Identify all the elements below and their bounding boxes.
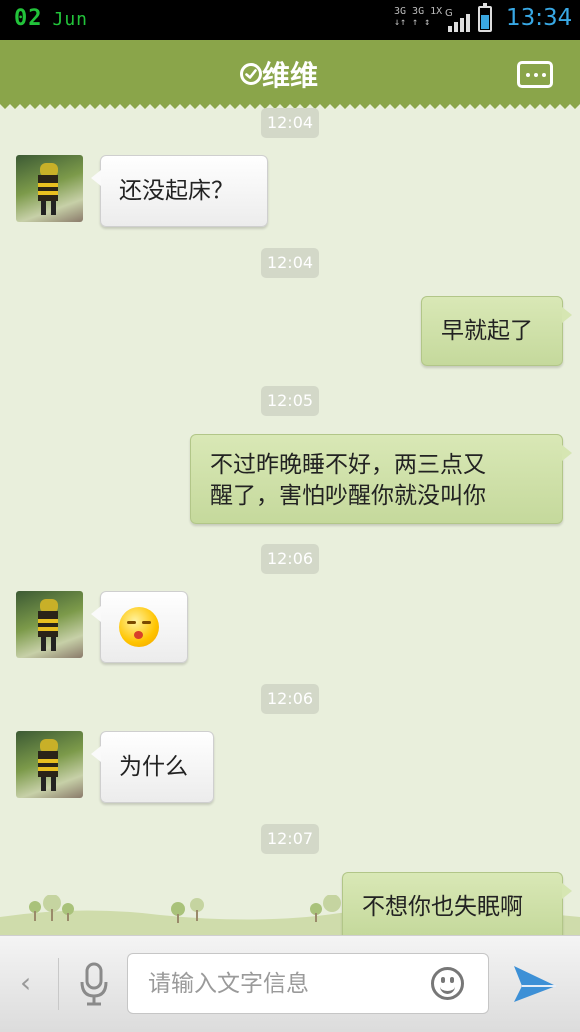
timestamp: 12:04 [261,108,319,138]
battery-icon [478,3,492,32]
status-time: 13:34 [506,5,573,31]
microphone-icon[interactable] [78,960,110,1008]
message-text: 还没起床？ [119,178,234,204]
message-bubble-sent[interactable]: 不过昨晚睡不好，两三点又 醒了，害怕吵醒你就没叫你 [190,434,572,524]
timestamp: 12:04 [261,248,319,278]
timestamp: 12:07 [261,824,319,854]
timestamp: 12:05 [261,386,319,416]
status-date: 02 Jun [14,6,89,31]
kiss-face-emoji [119,607,159,647]
message-text-line: 不过昨晚睡不好，两三点又 [210,452,486,478]
message-text-field[interactable] [127,953,489,1014]
back-chevron-icon[interactable]: ‹ [20,966,31,999]
more-options-button[interactable] [517,61,553,88]
message-bubble-received[interactable]: 还没起床？ [91,155,268,227]
chat-title: 维维 [261,59,318,92]
divider [58,958,59,1010]
message-input[interactable] [146,968,420,1000]
signal-icon [446,12,472,32]
timestamp: 12:06 [261,544,319,574]
send-paper-plane-icon[interactable] [512,962,558,1004]
message-bubble-sent[interactable]: 早就起了 [421,296,572,366]
message-input-bar: ‹ [0,935,580,1032]
timestamp: 12:06 [261,684,319,714]
smiley-icon[interactable] [431,967,464,1000]
network-indicator: 3G 3G 1X ↓↑ ↑ ↕ [394,6,443,28]
message-text-line: 醒了，害怕吵醒你就没叫你 [210,483,486,509]
contact-avatar[interactable] [16,591,83,658]
chat-header: 维维 [0,40,580,104]
message-text: 为什么 [119,754,188,780]
contact-avatar[interactable] [16,155,83,222]
status-bar: 02 Jun 3G 3G 1X ↓↑ ↑ ↕ G 13:34 [0,0,580,40]
message-bubble-received[interactable]: 为什么 [91,731,214,803]
message-text: 早就起了 [441,318,533,344]
message-bubble-sent[interactable]: 不想你也失眠啊 [342,872,572,935]
contact-avatar[interactable] [16,731,83,798]
message-text: 不想你也失眠啊 [362,894,523,920]
